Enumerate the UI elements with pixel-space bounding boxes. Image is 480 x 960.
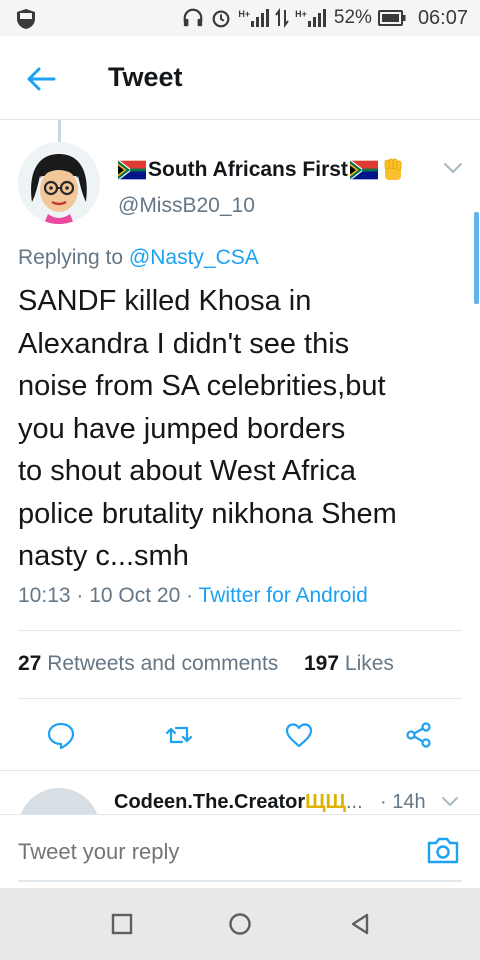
reply-composer [0,814,480,888]
home-icon[interactable] [228,912,252,936]
tweet-text-line: you have jumped borders [18,412,346,445]
retweet-icon[interactable] [164,720,194,750]
separator-dot: · [186,584,199,607]
display-name[interactable]: South Africans First [118,157,406,183]
tweet-text-line: police brutality nikhona Shem [18,497,397,530]
tweet-source-link[interactable]: Twitter for Android [199,584,368,607]
replying-to-link[interactable]: @Nasty_CSA [129,246,259,269]
shield-icon [17,9,35,29]
tweet-meta: 10:13 · 10 Oct 20 · Twitter for Android [18,584,368,608]
reply-time: · 14h [380,791,426,813]
data-transfer-icon [275,8,289,28]
likes-label: Likes [344,652,394,675]
tweet-stats: 27 Retweets and comments 197 Likes [18,652,394,676]
divider [0,770,480,771]
headphones-icon [184,8,203,27]
avatar[interactable] [18,142,100,224]
retweets-stat[interactable]: 27 Retweets and comments [18,652,284,675]
status-bar: H+ H+ 52% 06:07 [0,0,480,36]
back-icon[interactable] [348,912,372,936]
reply-author-name[interactable]: Codeen.The.CreatorЩЩ [114,791,346,814]
chevron-down-icon[interactable] [442,160,464,176]
signal-2-icon: H+ [295,9,326,27]
thread-connector [58,120,61,142]
alarm-icon [212,10,230,28]
likes-stat[interactable]: 197 Likes [304,652,394,675]
south-africa-flag-icon [349,160,378,180]
display-name-text: South Africans First [148,158,348,181]
likes-count: 197 [304,652,340,675]
reply-input[interactable] [18,839,398,865]
tweet-text: SANDF killed Khosa in Alexandra I didn't… [18,280,470,578]
tweet-text-line: noise from SA celebrities,but [18,370,386,402]
camera-icon[interactable] [426,835,460,865]
south-africa-flag-icon [118,160,146,180]
signal-1-icon: H+ [238,9,270,27]
retweets-count: 27 [18,652,42,675]
tweet-actions [0,714,480,758]
app-header: Tweet [0,36,480,120]
battery-icon [377,10,406,26]
tweet-text-line: Alexandra I didn't see this [18,327,350,360]
recents-icon[interactable] [110,912,134,936]
tweet-text-line: nasty c...smh [18,540,189,572]
avatar-image [18,142,100,224]
divider [18,630,462,631]
chevron-down-icon[interactable] [440,795,460,809]
page-title: Tweet [108,62,183,92]
tweet-date: 10 Oct 20 [89,584,181,607]
comment-icon[interactable] [46,720,76,750]
heart-icon[interactable] [284,720,314,750]
tweet-text-line: to shout about West Africa [18,455,356,487]
android-nav-bar [0,888,480,960]
battery-percent: 52% [333,7,372,28]
reply-author-name-text: Codeen.The.Creator [114,791,306,813]
trident-emoji: ЩЩ [305,791,346,813]
raised-fist-icon [384,158,402,180]
tweet-time: 10:13 [18,584,71,607]
user-handle[interactable]: @MissB20_10 [118,194,255,218]
network-type-label-2: H+ [295,9,307,19]
scrollbar[interactable] [474,212,479,304]
arrow-left-icon[interactable] [24,64,58,94]
reply-name-ellipsis: ... [346,791,363,813]
clock: 06:07 [417,6,468,29]
replying-to: Replying to @Nasty_CSA [18,246,259,270]
tweet-text-line: SANDF killed Khosa in [18,285,312,317]
network-type-label-1: H+ [238,9,251,19]
share-icon[interactable] [404,720,434,750]
replying-prefix: Replying to [18,246,124,269]
retweets-label: Retweets and comments [47,652,279,675]
composer-underline [18,880,462,882]
divider [18,698,462,699]
separator-dot: · [76,584,90,607]
